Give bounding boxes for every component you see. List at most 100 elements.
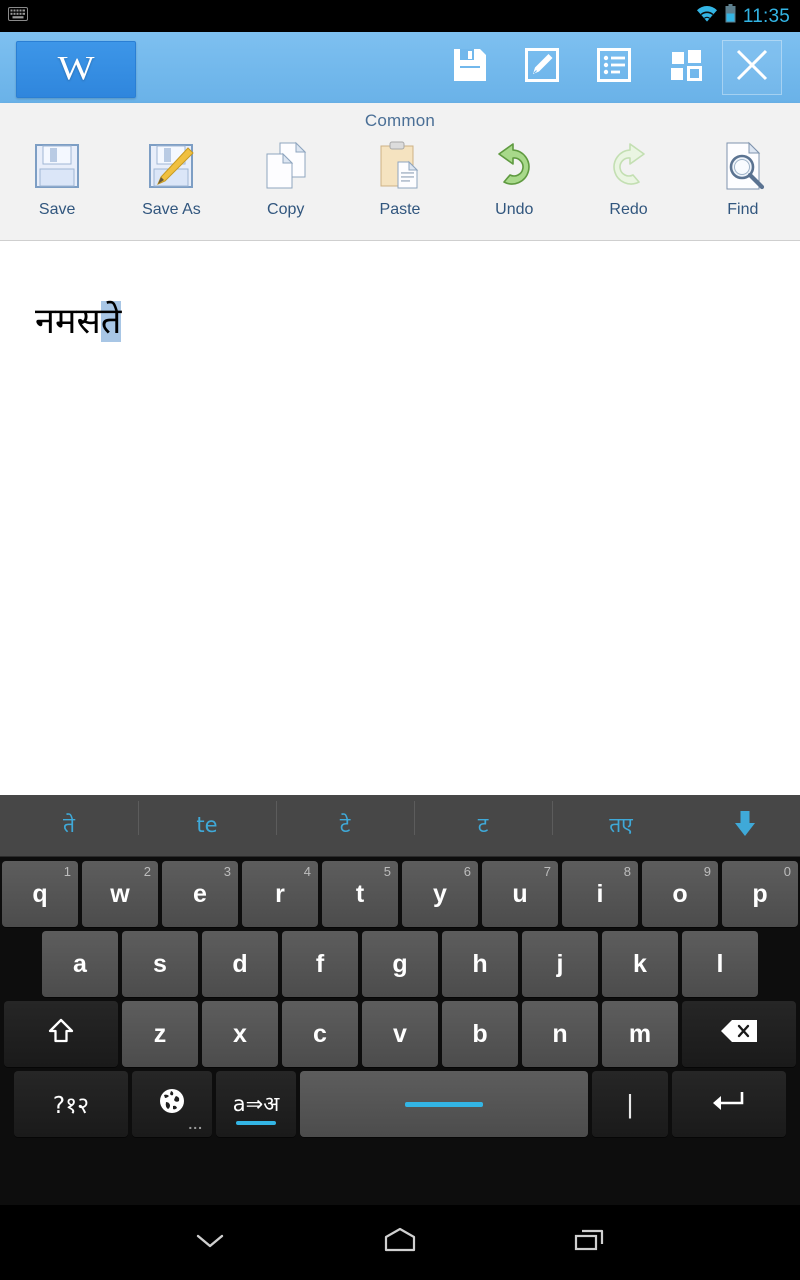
key-hint: 7 (543, 864, 551, 879)
key-i[interactable]: 8 i (562, 861, 638, 927)
toolbar-outline-button[interactable] (578, 37, 650, 99)
key-shift[interactable] (4, 1001, 118, 1067)
key-f[interactable]: f (282, 931, 358, 997)
key-u[interactable]: 7 u (482, 861, 558, 927)
home-pentagon-icon (382, 1226, 418, 1259)
key-transliteration[interactable]: a⇒अ (216, 1071, 296, 1137)
key-p[interactable]: 0 p (722, 861, 798, 927)
redo-arrow-icon (598, 137, 660, 195)
suggestions-expand-button[interactable] (690, 809, 800, 842)
ribbon-item-copy[interactable]: Copy (229, 137, 343, 218)
key-s[interactable]: s (122, 931, 198, 997)
document-text[interactable]: नमसते (35, 299, 122, 344)
save-icon (451, 46, 489, 89)
key-hint: 9 (703, 864, 711, 879)
find-magnifier-icon (712, 137, 774, 195)
ribbon-item-paste[interactable]: Paste (343, 137, 457, 218)
down-arrow-icon (732, 809, 758, 842)
suggestion-item[interactable]: ट (414, 801, 552, 836)
key-m[interactable]: m (602, 1001, 678, 1067)
suggestion-item[interactable]: ते (0, 815, 138, 836)
key-a[interactable]: a (42, 931, 118, 997)
key-label: o (672, 879, 688, 908)
nav-recents-button[interactable] (550, 1213, 630, 1273)
nav-back-button[interactable] (170, 1213, 250, 1273)
nav-home-button[interactable] (360, 1213, 440, 1273)
key-label: ?१२ (52, 1093, 90, 1119)
toolbar-apps-button[interactable] (650, 37, 722, 99)
key-label: r (275, 879, 285, 908)
key-z[interactable]: z (122, 1001, 198, 1067)
ribbon-item-save-as[interactable]: Save As (114, 137, 228, 218)
keyboard-row-2: a s d f g h j k l (0, 931, 800, 997)
key-symbols[interactable]: ?१२ (14, 1071, 128, 1137)
document-text-committed: नमस (35, 301, 101, 342)
toolbar-save-button[interactable] (434, 37, 506, 99)
key-q[interactable]: 1 q (2, 861, 78, 927)
key-h[interactable]: h (442, 931, 518, 997)
copy-pages-icon (255, 137, 317, 195)
key-w[interactable]: 2 w (82, 861, 158, 927)
android-nav-bar (0, 1205, 800, 1280)
key-y[interactable]: 6 y (402, 861, 478, 927)
key-hint: 3 (223, 864, 231, 879)
ribbon-item-redo[interactable]: Redo (571, 137, 685, 218)
toolbar-edit-button[interactable] (506, 37, 578, 99)
suggestion-item[interactable]: te (138, 801, 276, 836)
ribbon-item-undo[interactable]: Undo (457, 137, 571, 218)
key-more-indicator: ... (188, 1116, 203, 1132)
key-label: u (512, 879, 528, 908)
recents-icon (573, 1227, 607, 1258)
key-r[interactable]: 4 r (242, 861, 318, 927)
ribbon-items: Save Save As Copy Paste Undo Redo Find (0, 131, 800, 218)
key-hint: 5 (383, 864, 391, 879)
key-t[interactable]: 5 t (322, 861, 398, 927)
document-canvas[interactable]: नमसते (0, 241, 800, 795)
status-bar: 11:35 (0, 0, 800, 32)
close-icon (734, 47, 770, 88)
toolbar-close-button[interactable] (722, 40, 782, 95)
app-logo-letter: W (57, 50, 95, 87)
key-label: y (433, 879, 447, 908)
key-d[interactable]: d (202, 931, 278, 997)
ribbon-item-label: Redo (609, 201, 648, 218)
key-language-switch[interactable]: ... (132, 1071, 212, 1137)
key-n[interactable]: n (522, 1001, 598, 1067)
app-logo-tab[interactable]: W (16, 40, 136, 98)
key-l[interactable]: l (682, 931, 758, 997)
key-label: e (193, 879, 207, 908)
keyboard: ते te टे ट तए 1 q 2 w 3 e 4 r 5 t 6 y 7 … (0, 795, 800, 1205)
key-backspace[interactable] (682, 1001, 796, 1067)
key-j[interactable]: j (522, 931, 598, 997)
key-c[interactable]: c (282, 1001, 358, 1067)
key-enter[interactable] (672, 1071, 786, 1137)
key-e[interactable]: 3 e (162, 861, 238, 927)
key-v[interactable]: v (362, 1001, 438, 1067)
status-bar-notifications (8, 6, 696, 26)
key-k[interactable]: k (602, 931, 678, 997)
key-b[interactable]: b (442, 1001, 518, 1067)
key-hint: 1 (63, 864, 71, 879)
battery-icon (725, 4, 736, 28)
key-hint: 0 (783, 864, 791, 879)
top-toolbar-actions (434, 37, 800, 99)
active-indicator (236, 1121, 276, 1125)
key-hint: 8 (623, 864, 631, 879)
suggestion-item[interactable]: तए (552, 801, 690, 836)
key-space[interactable] (300, 1071, 588, 1137)
key-pipe[interactable]: | (592, 1071, 668, 1137)
key-x[interactable]: x (202, 1001, 278, 1067)
keyboard-row-4: ?१२ ... a⇒अ | (0, 1071, 800, 1137)
key-label: p (752, 879, 768, 908)
apps-grid-icon (667, 46, 705, 89)
keyboard-row-1: 1 q 2 w 3 e 4 r 5 t 6 y 7 u 8 i 9 o 0 p (0, 861, 800, 927)
key-label: i (596, 879, 604, 908)
ribbon-item-find[interactable]: Find (686, 137, 800, 218)
shift-arrow-icon (46, 1016, 76, 1053)
key-hint: 6 (463, 864, 471, 879)
key-g[interactable]: g (362, 931, 438, 997)
ribbon-item-save[interactable]: Save (0, 137, 114, 218)
key-o[interactable]: 9 o (642, 861, 718, 927)
screen: 11:35 W Common Save Save As Copy Paste U… (0, 0, 800, 1280)
suggestion-item[interactable]: टे (276, 801, 414, 836)
